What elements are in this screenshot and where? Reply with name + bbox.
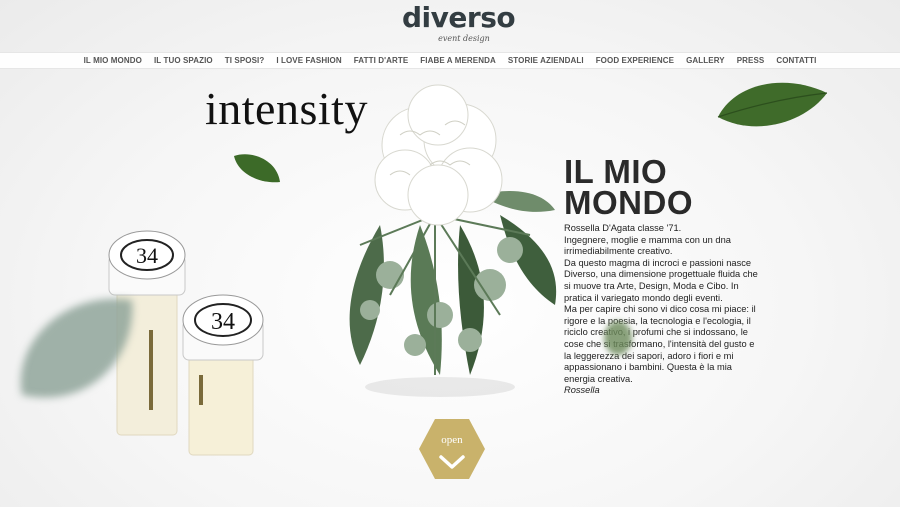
open-button-label: open (441, 434, 463, 446)
nav-item-i-love-fashion[interactable]: I LOVE FASHION (276, 56, 341, 65)
body-paragraph: Ma per capire chi sono vi dico cosa mi p… (564, 304, 756, 384)
section-title-line: MONDO (564, 184, 693, 221)
blurred-leaf-image (604, 321, 632, 355)
nav-item-food-experience[interactable]: FOOD EXPERIENCE (596, 56, 674, 65)
main-nav: IL MIO MONDO IL TUO SPAZIO TI SPOSI? I L… (0, 52, 900, 69)
nav-item-press[interactable]: PRESS (737, 56, 765, 65)
hexagon-shape (419, 419, 485, 479)
chevron-down-icon (439, 455, 465, 469)
nav-item-contatti[interactable]: CONTATTI (776, 56, 816, 65)
nav-item-storie-aziendali[interactable]: STORIE AZIENDALI (508, 56, 584, 65)
logo-tagline: event design (438, 34, 490, 43)
open-button[interactable]: open (418, 418, 486, 480)
body-paragraph: Ingegnere, moglie e mamma con un dna irr… (564, 234, 731, 257)
hero-word: intensity (205, 83, 368, 134)
section-title-line: IL MIO (564, 153, 668, 190)
nav-item-ti-sposi[interactable]: TI SPOSI? (225, 56, 265, 65)
blurred-leaf-image (20, 298, 133, 398)
perfume-label: 34 (136, 243, 158, 268)
body-paragraph: Rossella D'Agata classe '71. (564, 223, 682, 233)
nav-item-gallery[interactable]: GALLERY (686, 56, 725, 65)
leaf-image (717, 82, 828, 127)
nav-item-il-mio-mondo[interactable]: IL MIO MONDO (84, 56, 142, 65)
nav-item-fiabe-a-merenda[interactable]: FIABE A MERENDA (420, 56, 496, 65)
section-title: IL MIO MONDO (564, 153, 693, 221)
leaf-image (234, 154, 280, 183)
logo[interactable]: diverso event design (402, 1, 516, 48)
perfume-label: 34 (211, 309, 235, 335)
logo-wordmark: diverso (402, 1, 516, 34)
body-paragraph: Da questo magma di incroci e passioni na… (564, 257, 758, 303)
section-body: Rossella D'Agata classe '71. Ingegnere, … (564, 223, 764, 397)
nav-item-fatti-d-arte[interactable]: FATTI D'ARTE (354, 56, 409, 65)
signature: Rossella (564, 385, 600, 396)
site-header: diverso event design (0, 0, 900, 52)
nav-item-il-tuo-spazio[interactable]: IL TUO SPAZIO (154, 56, 213, 65)
